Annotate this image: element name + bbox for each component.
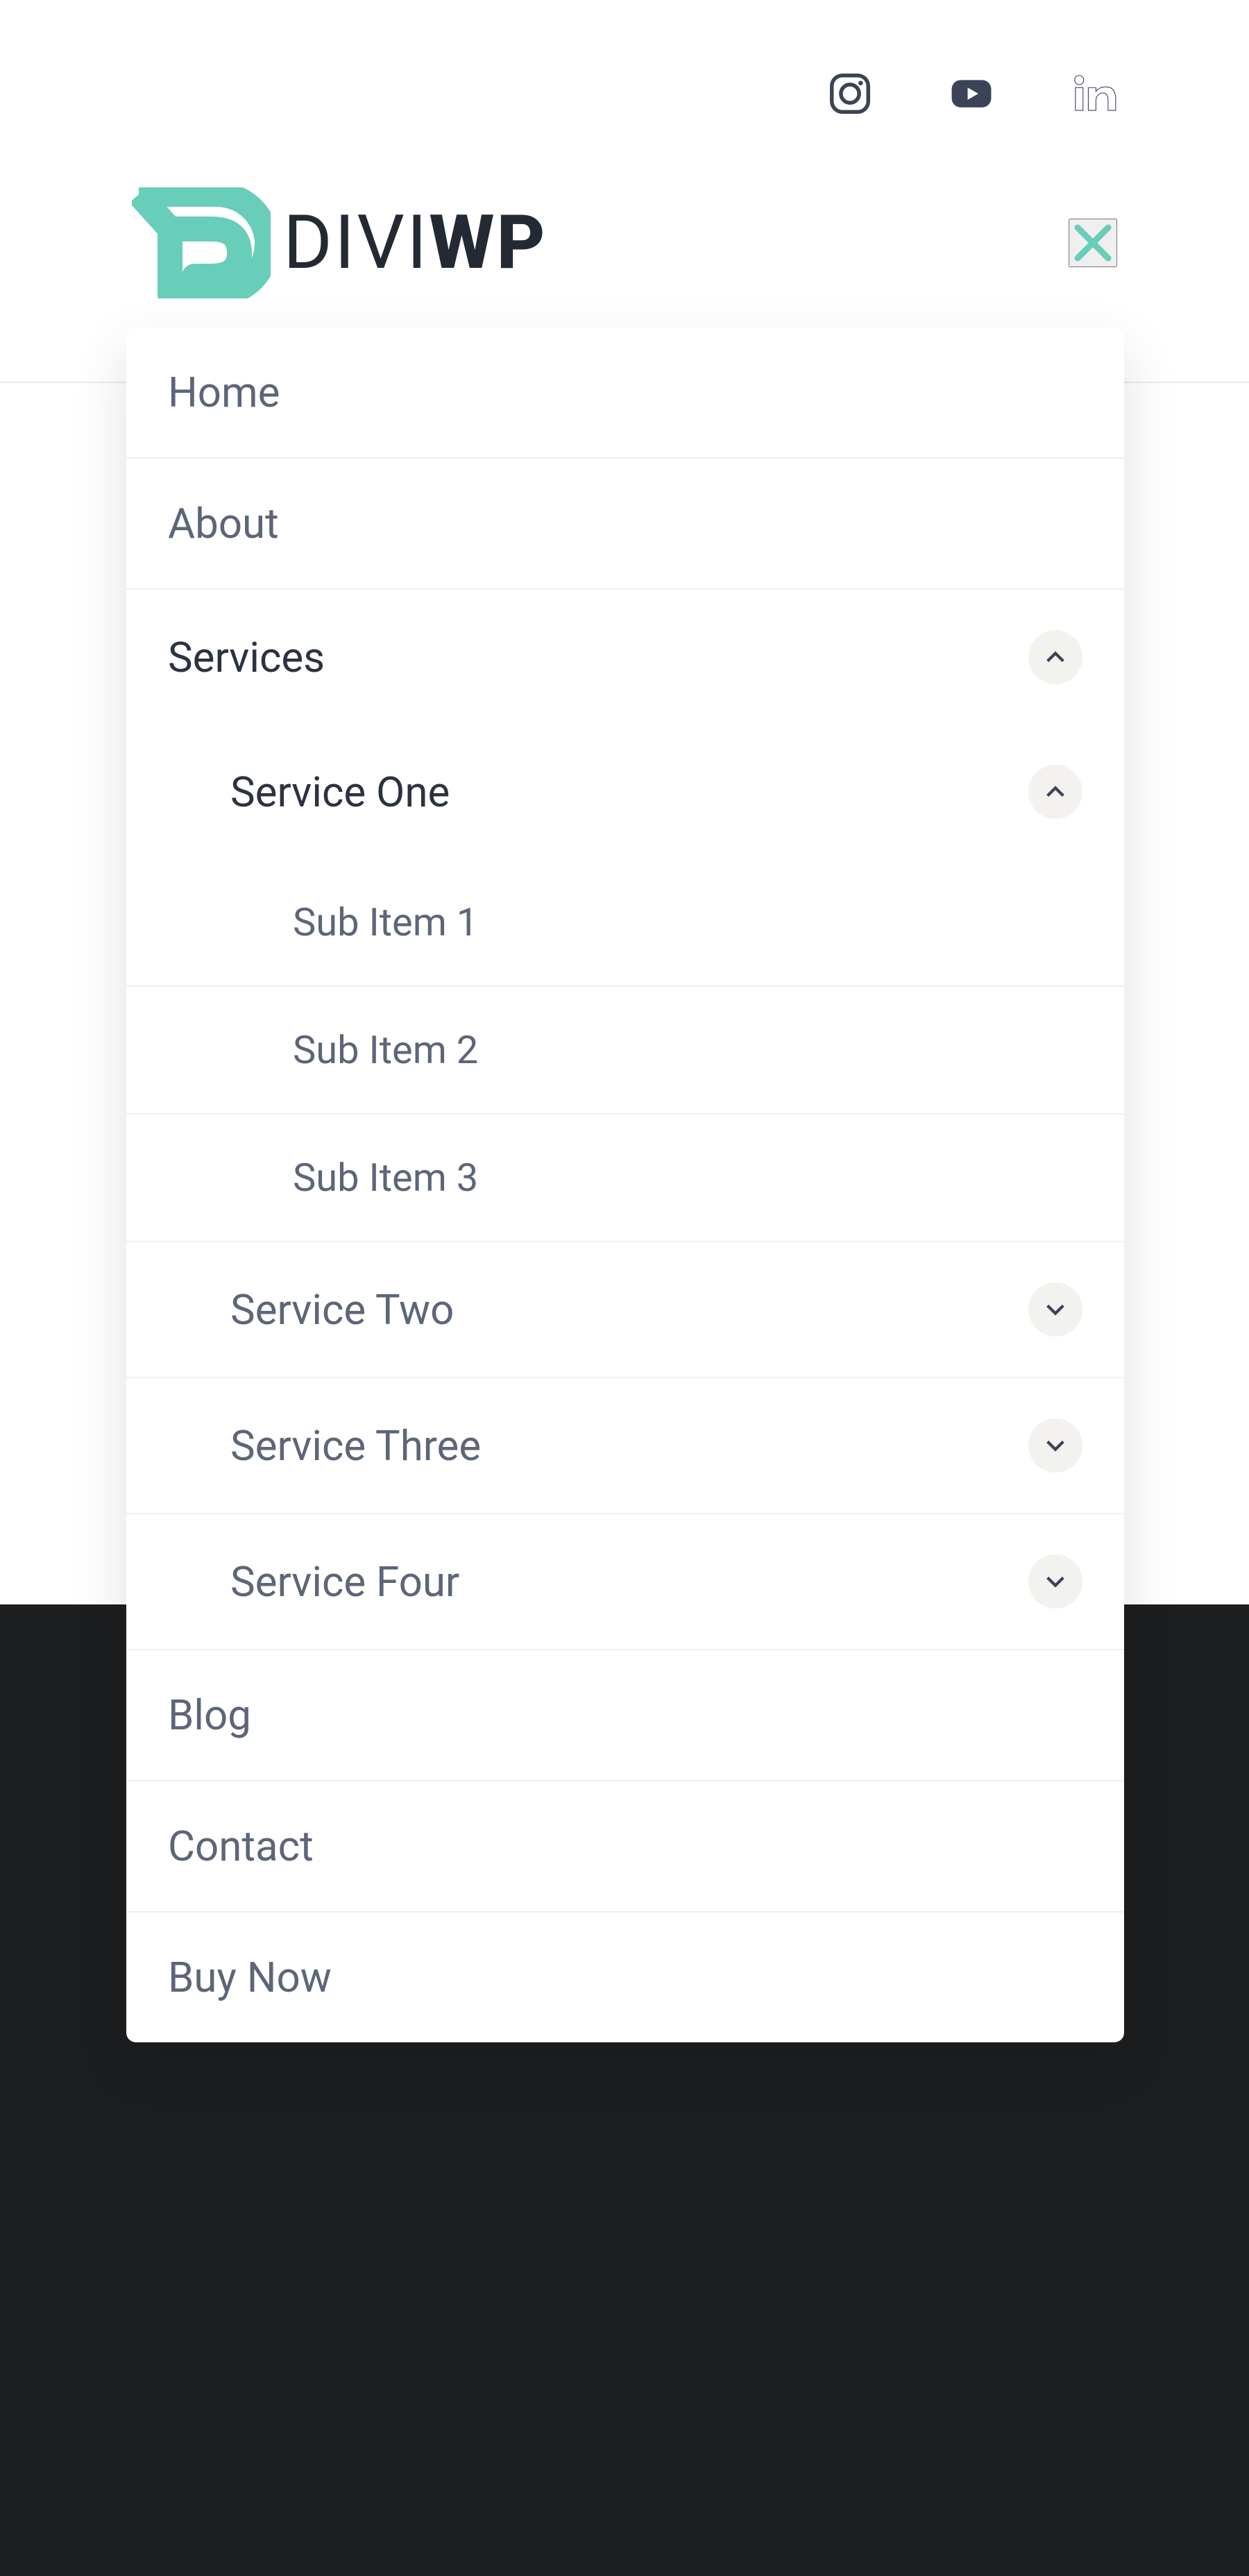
menu-label: Home bbox=[168, 368, 1082, 417]
menu-label: Service Three bbox=[230, 1421, 1028, 1471]
chevron-down-icon[interactable] bbox=[1028, 1418, 1082, 1473]
submenu-item-service-three[interactable]: Service Three bbox=[126, 1378, 1124, 1513]
services-submenu: Service One Sub Item 1 Sub Item 2 Sub It… bbox=[126, 724, 1124, 1649]
menu-close-button[interactable] bbox=[1069, 219, 1117, 267]
menu-label: Service Two bbox=[230, 1285, 1028, 1334]
menu-label: Buy Now bbox=[168, 1953, 1082, 2002]
linkedin-icon[interactable] bbox=[1069, 69, 1117, 118]
brand-text: DIVIWP bbox=[283, 199, 547, 287]
brand-logo[interactable]: DIVIWP bbox=[132, 187, 547, 298]
social-strip bbox=[0, 0, 1249, 146]
submenu-item-service-two[interactable]: Service Two bbox=[126, 1242, 1124, 1377]
chevron-down-icon[interactable] bbox=[1028, 1554, 1082, 1609]
subsub-item-3[interactable]: Sub Item 3 bbox=[126, 1115, 1124, 1241]
submenu-item-service-four[interactable]: Service Four bbox=[126, 1514, 1124, 1649]
chevron-up-icon[interactable] bbox=[1028, 765, 1082, 819]
menu-label: Sub Item 1 bbox=[293, 899, 1082, 945]
youtube-icon[interactable] bbox=[947, 69, 996, 118]
submenu-item-service-one[interactable]: Service One bbox=[126, 724, 1124, 859]
menu-item-home[interactable]: Home bbox=[126, 328, 1124, 457]
brand-text-light: DIVI bbox=[283, 199, 429, 287]
chevron-up-icon[interactable] bbox=[1028, 630, 1082, 684]
menu-label: Sub Item 3 bbox=[293, 1155, 1082, 1201]
menu-item-about[interactable]: About bbox=[126, 459, 1124, 588]
chevron-down-icon[interactable] bbox=[1028, 1282, 1082, 1337]
service-one-submenu: Sub Item 1 Sub Item 2 Sub Item 3 bbox=[126, 859, 1124, 1241]
menu-item-services[interactable]: Services bbox=[126, 590, 1124, 724]
menu-item-contact[interactable]: Contact bbox=[126, 1781, 1124, 1911]
menu-label: Service One bbox=[230, 768, 1028, 817]
menu-label: Blog bbox=[168, 1690, 1082, 1740]
brand-mark-icon bbox=[132, 187, 271, 298]
close-icon bbox=[1072, 222, 1114, 264]
menu-label: Sub Item 2 bbox=[293, 1027, 1082, 1073]
menu-label: Service Four bbox=[230, 1557, 1028, 1607]
subsub-item-1[interactable]: Sub Item 1 bbox=[126, 859, 1124, 985]
menu-item-blog[interactable]: Blog bbox=[126, 1650, 1124, 1780]
brand-text-bold: WP bbox=[429, 199, 547, 287]
main-menu-panel: Home About Services Se bbox=[126, 328, 1124, 2042]
menu-label: Contact bbox=[168, 1822, 1082, 1871]
menu-label: Services bbox=[168, 633, 1028, 682]
menu-label: About bbox=[168, 499, 1082, 548]
instagram-icon[interactable] bbox=[826, 69, 874, 118]
menu-item-buy-now[interactable]: Buy Now bbox=[126, 1913, 1124, 2042]
subsub-item-2[interactable]: Sub Item 2 bbox=[126, 987, 1124, 1113]
